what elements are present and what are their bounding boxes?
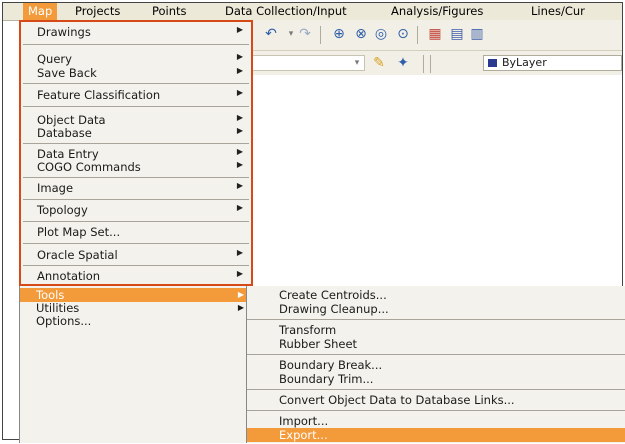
toolbar-separator: [423, 55, 424, 73]
submenu-arrow-icon: ▶: [236, 181, 243, 190]
layers-toolbar: ▾ ✎ ✦ ByLayer: [245, 50, 622, 75]
menu-divider: [247, 319, 625, 320]
menu-divider: [23, 265, 249, 266]
menu-divider: [23, 177, 249, 178]
toolbar-separator: [320, 26, 321, 44]
toolbar: ↶ ▾ ↷ ⊕ ⊗ ◎ ⊙ ▦ ▤ ▥ ▾ ✎ ✦ ByLayer: [245, 20, 622, 75]
menu-divider: [23, 44, 249, 45]
submenu-arrow-icon: ▶: [236, 66, 243, 75]
submenu-arrow-icon: ▶: [236, 269, 243, 278]
menu-divider: [247, 389, 625, 390]
submenu-arrow-icon: ▶: [236, 203, 243, 212]
menu-divider: [247, 354, 625, 355]
submenu-item-transform[interactable]: Transform: [247, 323, 625, 337]
layer-manager-icon[interactable]: ▦: [427, 26, 443, 42]
menu-divider: [23, 199, 249, 200]
submenu-item-export[interactable]: Export...: [247, 428, 625, 442]
menu-divider: [23, 221, 249, 222]
color-swatch: [488, 59, 497, 67]
standard-toolbar: ↶ ▾ ↷ ⊕ ⊗ ◎ ⊙ ▦ ▤ ▥: [245, 23, 622, 47]
layer-state-icon[interactable]: ✦: [395, 55, 411, 71]
submenu-item-rubber-sheet[interactable]: Rubber Sheet: [247, 337, 625, 351]
menu-analysis-figures[interactable]: Analysis/Figures: [391, 3, 483, 20]
submenu-arrow-icon: ▶: [237, 290, 244, 299]
menu-points[interactable]: Points: [152, 3, 187, 20]
grid-icon[interactable]: ▤: [449, 26, 465, 42]
menu-divider: [247, 410, 625, 411]
layer-dropdown[interactable]: [245, 55, 365, 71]
submenu-arrow-icon: ▶: [236, 113, 243, 122]
menu-lines-curves[interactable]: Lines/Cur: [531, 3, 585, 20]
submenu-arrow-icon: ▶: [236, 88, 243, 97]
submenu-arrow-icon: ▶: [236, 52, 243, 61]
menu-divider: [23, 83, 249, 84]
submenu-arrow-icon: ▶: [237, 303, 244, 312]
submenu-item-boundary-break[interactable]: Boundary Break...: [247, 358, 625, 372]
map-menu: Drawings ▶ Query ▶ Save Back ▶ Feature C…: [19, 20, 253, 286]
zoom-window-icon[interactable]: ⊗: [353, 26, 369, 42]
menu-projects[interactable]: Projects: [75, 3, 120, 20]
submenu-item-import[interactable]: Import...: [247, 414, 625, 428]
menu-map[interactable]: Map: [23, 3, 58, 20]
menubar: Map Projects Points Data Collection/Inpu…: [3, 3, 622, 21]
properties-icon[interactable]: ▥: [469, 26, 485, 42]
menu-divider: [23, 106, 249, 107]
zoom-extents-icon[interactable]: ⊕: [331, 26, 347, 42]
tools-submenu: Create Centroids... Drawing Cleanup... T…: [246, 286, 625, 443]
submenu-item-convert-object-data[interactable]: Convert Object Data to Database Links...: [247, 393, 625, 407]
toolbar-separator: [417, 26, 418, 44]
zoom-realtime-icon[interactable]: ⊙: [395, 26, 411, 42]
menu-data-collection-input[interactable]: Data Collection/Input: [225, 3, 347, 20]
submenu-arrow-icon: ▶: [236, 248, 243, 257]
submenu-arrow-icon: ▶: [236, 25, 243, 34]
submenu-arrow-icon: ▶: [236, 147, 243, 156]
chevron-down-icon[interactable]: ▾: [349, 55, 365, 71]
submenu-arrow-icon: ▶: [236, 126, 243, 135]
redo-icon[interactable]: ↷: [297, 26, 313, 42]
application-window: Map Projects Points Data Collection/Inpu…: [2, 2, 625, 443]
menu-item-utilities[interactable]: Utilities ▶: [20, 301, 252, 315]
submenu-arrow-icon: ▶: [236, 160, 243, 169]
menu-item-tools[interactable]: Tools ▶: [20, 288, 252, 302]
match-properties-icon[interactable]: ✎: [371, 55, 387, 71]
color-control-value: ByLayer: [502, 56, 547, 69]
submenu-item-create-centroids[interactable]: Create Centroids...: [247, 288, 625, 302]
undo-icon[interactable]: ↶: [263, 26, 279, 42]
menu-divider: [23, 143, 249, 144]
map-menu-lower: Tools ▶ Utilities ▶ Options...: [19, 286, 253, 443]
menu-divider: [23, 243, 249, 244]
submenu-item-boundary-trim[interactable]: Boundary Trim...: [247, 372, 625, 386]
color-control[interactable]: ByLayer: [483, 55, 622, 71]
zoom-previous-icon[interactable]: ◎: [373, 26, 389, 42]
menu-item-options[interactable]: Options...: [20, 314, 252, 328]
toolbar-separator: [430, 55, 431, 73]
submenu-item-drawing-cleanup[interactable]: Drawing Cleanup...: [247, 302, 625, 316]
